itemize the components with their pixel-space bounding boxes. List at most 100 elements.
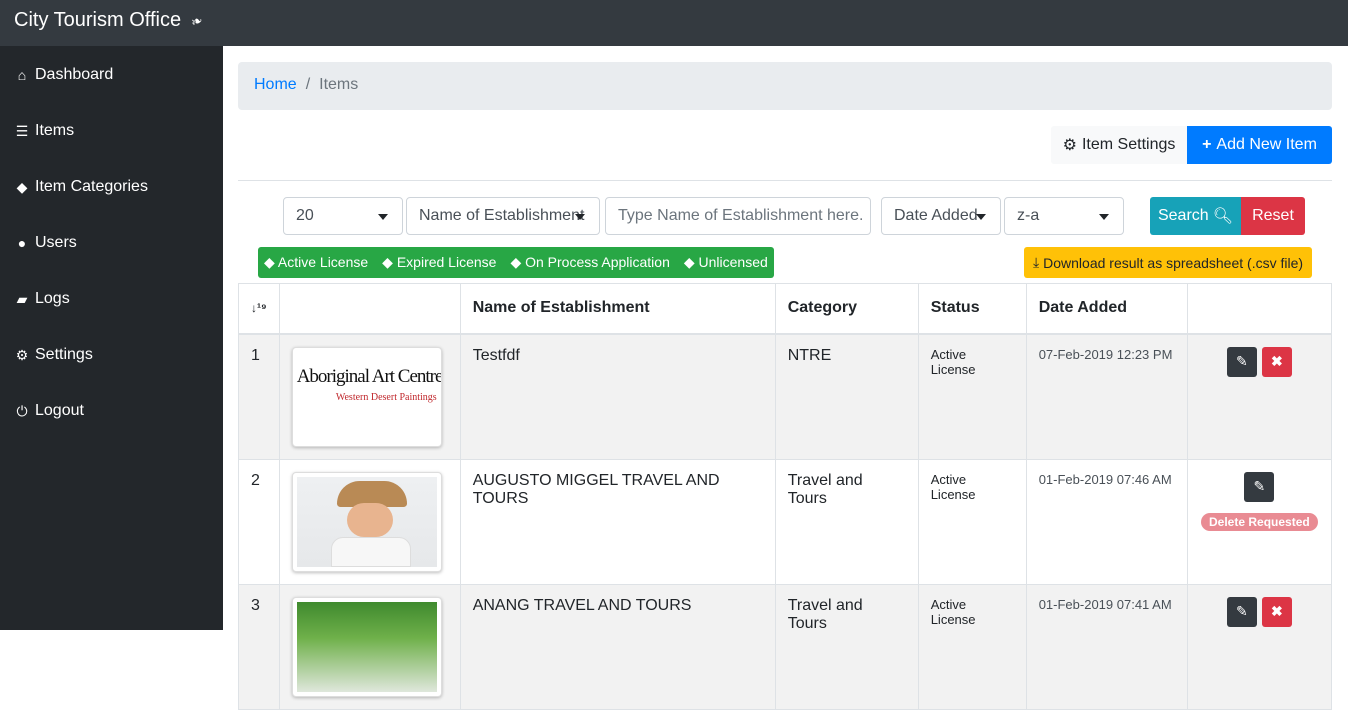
search-button-label: Search: [1157, 207, 1209, 224]
thumbnail-cell: Aboriginal Art Centre Western Desert Pai…: [278, 333, 461, 460]
pencil-icon: ✎: [1253, 478, 1266, 494]
sidebar-item-label: Item Categories: [35, 178, 148, 195]
users-icon: ●: [17, 235, 27, 251]
thumbnail-image[interactable]: Aboriginal Art Centre Western Desert Pai…: [291, 346, 442, 447]
sort-order-select[interactable]: z-a: [1004, 197, 1124, 235]
thumbnail-image[interactable]: [291, 471, 442, 572]
category: Travel and Tours: [774, 458, 919, 585]
delete-button[interactable]: ✖: [1261, 596, 1292, 627]
download-icon: ⤓: [1032, 254, 1040, 270]
sidebar-item-logout[interactable]: ⏻ Logout: [14, 399, 84, 423]
breadcrumb-home-link[interactable]: Home: [254, 76, 297, 93]
search-field-select[interactable]: Name of Establishment: [406, 197, 600, 235]
image-column-header: [278, 283, 461, 335]
breadcrumb-current: Items: [319, 76, 359, 93]
chevron-down-icon: [1099, 214, 1109, 220]
date-added: 01-Feb-2019 07:46 AM: [1025, 458, 1188, 585]
tag-icon: ◆: [510, 254, 526, 270]
chevron-down-icon: [976, 214, 986, 220]
sidebar-item-logs[interactable]: ▰ Logs: [14, 287, 70, 311]
pencil-icon: ✎: [1235, 353, 1248, 369]
top-navbar: City Tourism Office ❧: [0, 0, 1348, 46]
close-icon: ✖: [1270, 603, 1283, 619]
sidebar-item-label: Users: [35, 234, 77, 251]
thumbnail-cell: [278, 583, 461, 710]
sort-column-header[interactable]: ↓¹⁹: [238, 283, 280, 335]
row-number: 1: [238, 333, 280, 460]
sort-order-value: z-a: [1017, 207, 1040, 224]
sidebar-item-users[interactable]: ● Users: [14, 231, 77, 255]
sidebar-item-dashboard[interactable]: ⌂ Dashboard: [14, 63, 114, 87]
establishment-name: ANANG TRAVEL AND TOURS: [459, 583, 776, 710]
download-csv-button[interactable]: ⤓ Download result as spreadsheet (.csv fi…: [1024, 247, 1312, 278]
sort-field-select[interactable]: Date Added: [881, 197, 1001, 235]
legend-expired-license[interactable]: ◆ Expired License: [382, 254, 496, 271]
sidebar-item-item-categories[interactable]: ◆ Item Categories: [14, 175, 148, 199]
legend-active-license[interactable]: ◆ Active License: [264, 254, 368, 271]
sidebar-item-settings[interactable]: ⚙ Settings: [14, 343, 93, 367]
date-added: 01-Feb-2019 07:41 AM: [1025, 583, 1188, 710]
status: Active License: [917, 458, 1027, 585]
item-settings-button[interactable]: ⚙ Item Settings: [1051, 126, 1187, 164]
tag-icon: ◆: [264, 254, 278, 270]
per-page-select[interactable]: 20: [283, 197, 403, 235]
search-placeholder: Type Name of Establishment here.: [618, 207, 864, 224]
app-title: City Tourism Office: [14, 9, 182, 31]
legend-label: Unlicensed: [698, 254, 768, 270]
leaf-icon: ❧: [188, 11, 206, 31]
search-field-value: Name of Establishment: [419, 207, 585, 224]
reset-button[interactable]: Reset: [1241, 197, 1305, 235]
legend-unlicensed[interactable]: ◆ Unlicensed: [684, 254, 768, 271]
delete-button[interactable]: ✖: [1261, 346, 1292, 377]
add-new-item-button[interactable]: + Add New Item: [1187, 126, 1332, 164]
delete-requested-badge: Delete Requested: [1201, 512, 1318, 531]
sidebar: ⌂ Dashboard ☰ Items ◆ Item Categories ● User…: [0, 46, 223, 630]
date-column-header[interactable]: Date Added: [1025, 283, 1188, 335]
gear-icon: ⚙: [15, 346, 29, 363]
legend-label: Active License: [277, 254, 369, 270]
main-content: Home / Items ⚙ Item Settings + Add New Item …: [223, 46, 1348, 710]
row-number: 2: [238, 458, 280, 585]
category-column-header[interactable]: Category: [774, 283, 919, 335]
tag-icon: ◆: [16, 178, 28, 195]
status: Active License: [917, 583, 1027, 710]
name-column-header[interactable]: Name of Establishment: [459, 283, 776, 335]
plus-icon: +: [1202, 136, 1212, 153]
list-icon: ☰: [15, 122, 29, 139]
row-number: 3: [238, 583, 280, 710]
legend-label: Expired License: [396, 254, 497, 270]
legend-on-process-application[interactable]: ◆ On Process Application: [510, 254, 669, 271]
actions-column-header: [1186, 283, 1333, 335]
category: Travel and Tours: [774, 583, 919, 710]
add-new-item-label: Add New Item: [1216, 136, 1317, 153]
edit-button[interactable]: ✎: [1226, 346, 1257, 377]
sidebar-item-label: Items: [35, 122, 75, 139]
date-added: 07-Feb-2019 12:23 PM: [1025, 333, 1188, 460]
sidebar-item-label: Logout: [35, 402, 84, 419]
actions-cell: ✎ ✖: [1186, 583, 1333, 710]
sort-numeric-icon: ↓¹⁹: [251, 301, 267, 316]
table-row: 2 AUGUSTO MIGGEL TRAVEL AND TOURS Travel…: [238, 458, 1333, 585]
close-icon: ✖: [1270, 353, 1283, 369]
search-button[interactable]: Search 🔍︎: [1150, 197, 1241, 235]
sidebar-item-label: Dashboard: [35, 66, 114, 83]
item-settings-label: Item Settings: [1081, 136, 1176, 153]
reset-button-label: Reset: [1252, 207, 1294, 224]
search-input[interactable]: Type Name of Establishment here.: [605, 197, 871, 235]
tag-icon: ◆: [683, 254, 699, 270]
table-row: 3 ANANG TRAVEL AND TOURS Travel and Tour…: [238, 583, 1333, 710]
chevron-down-icon: [378, 214, 388, 220]
sidebar-item-items[interactable]: ☰ Items: [14, 119, 74, 143]
tag-icon: ◆: [382, 254, 397, 270]
home-icon: ⌂: [17, 67, 27, 83]
brand[interactable]: City Tourism Office ❧: [14, 9, 206, 32]
search-icon: 🔍︎: [1212, 208, 1233, 225]
status-column-header[interactable]: Status: [917, 283, 1027, 335]
per-page-value: 20: [296, 207, 314, 224]
edit-button[interactable]: ✎: [1226, 596, 1257, 627]
actions-cell: ✎ ✖: [1186, 333, 1333, 460]
actions-cell: ✎ Delete Requested: [1186, 458, 1333, 585]
establishment-name: Testfdf: [459, 333, 776, 460]
thumbnail-image[interactable]: [291, 596, 442, 697]
edit-button[interactable]: ✎: [1244, 471, 1275, 502]
